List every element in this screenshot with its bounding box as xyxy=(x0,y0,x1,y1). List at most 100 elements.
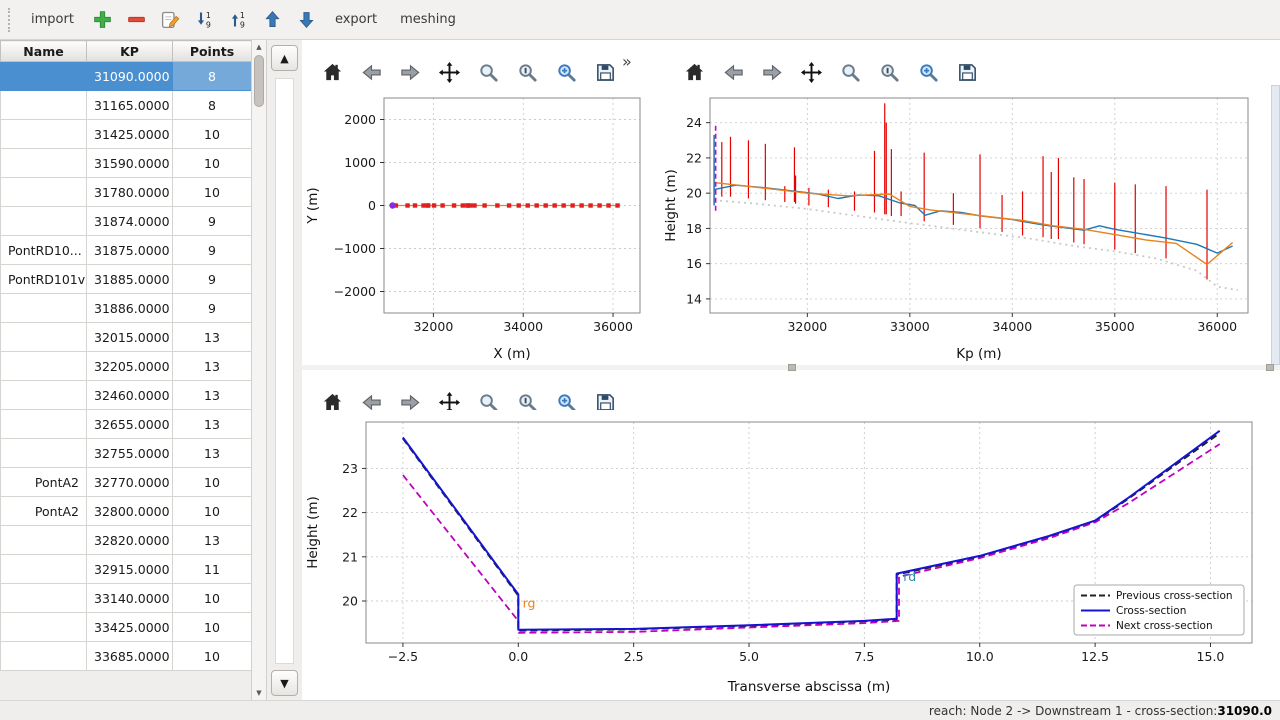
table-row[interactable]: PontA232770.000010 xyxy=(1,468,252,497)
column-header-points[interactable]: Points xyxy=(173,41,252,62)
table-row[interactable]: 32655.000013 xyxy=(1,410,252,439)
table-row[interactable]: 31886.00009 xyxy=(1,294,252,323)
svg-text:−2000: −2000 xyxy=(334,284,376,299)
splitter-handle[interactable] xyxy=(788,364,796,371)
pan-button[interactable] xyxy=(785,46,815,76)
svg-text:14: 14 xyxy=(686,291,702,306)
table-row[interactable]: 31874.00009 xyxy=(1,207,252,236)
cross-section-chart[interactable]: −2.50.02.55.07.510.012.515.020212223Tran… xyxy=(302,410,1276,698)
pan-button[interactable] xyxy=(423,376,453,406)
table-row[interactable]: 32755.000013 xyxy=(1,439,252,468)
table-scrollbar-thumb[interactable] xyxy=(254,55,264,107)
zoom-button[interactable] xyxy=(462,376,492,406)
table-row[interactable]: PontRD10...31875.00009 xyxy=(1,236,252,265)
cell-kp: 32770.0000 xyxy=(87,468,173,497)
svg-text:12.5: 12.5 xyxy=(1081,649,1109,664)
home-button[interactable] xyxy=(668,46,698,76)
table-row[interactable]: 31425.000010 xyxy=(1,120,252,149)
sort-desc-button[interactable]: 19 xyxy=(189,5,220,35)
cross-sections-table: NameKPPoints 31090.0000831165.0000831425… xyxy=(0,40,252,671)
table-row[interactable]: 32015.000013 xyxy=(1,323,252,352)
section-down-button[interactable]: ▼ xyxy=(271,670,298,696)
table-row[interactable]: 33140.000010 xyxy=(1,584,252,613)
table-row[interactable]: 33425.000010 xyxy=(1,613,252,642)
scroll-up-arrow-icon[interactable]: ▲ xyxy=(252,42,266,52)
forward-button[interactable] xyxy=(384,376,414,406)
table-row[interactable]: 32820.000013 xyxy=(1,526,252,555)
plot-toolbar-profile xyxy=(668,42,971,80)
table-row[interactable]: 31165.00008 xyxy=(1,91,252,120)
back-button[interactable] xyxy=(345,376,375,406)
back-button[interactable] xyxy=(345,46,375,76)
zoom-button[interactable] xyxy=(462,46,492,76)
table-row[interactable]: 31780.000010 xyxy=(1,178,252,207)
zoom-sel-button[interactable] xyxy=(540,46,570,76)
cell-points: 10 xyxy=(173,613,252,642)
forward-button[interactable] xyxy=(746,46,776,76)
toolbar-overflow[interactable]: » xyxy=(622,52,632,71)
cell-points: 9 xyxy=(173,236,252,265)
menu-export[interactable]: export xyxy=(325,6,387,33)
table-row[interactable]: 32205.000013 xyxy=(1,352,252,381)
back-button[interactable] xyxy=(707,46,737,76)
cell-kp: 32915.0000 xyxy=(87,555,173,584)
edit-button[interactable] xyxy=(155,5,186,35)
profile-chart[interactable]: 3200033000340003500036000141618202224Kp … xyxy=(660,84,1270,365)
menu-meshing[interactable]: meshing xyxy=(390,6,466,33)
zoom-mark-button[interactable] xyxy=(501,376,531,406)
add-button[interactable] xyxy=(87,5,118,35)
cell-points: 9 xyxy=(173,265,252,294)
cell-name xyxy=(1,642,87,671)
table-row[interactable]: PontA232800.000010 xyxy=(1,497,252,526)
cell-kp: 33685.0000 xyxy=(87,642,173,671)
column-header-name[interactable]: Name xyxy=(1,41,87,62)
section-nav-track[interactable] xyxy=(275,78,294,664)
plan-view-chart[interactable]: 320003400036000−2000−1000010002000X (m)Y… xyxy=(302,84,656,365)
zoom-sel-button[interactable] xyxy=(540,376,570,406)
pan-button[interactable] xyxy=(423,46,453,76)
splitter-handle[interactable] xyxy=(1266,364,1274,371)
cell-points: 10 xyxy=(173,497,252,526)
table-row[interactable]: 33685.000010 xyxy=(1,642,252,671)
scroll-down-arrow-icon[interactable]: ▼ xyxy=(252,688,266,698)
remove-button[interactable] xyxy=(121,5,152,35)
column-header-kp[interactable]: KP xyxy=(87,41,173,62)
save-button[interactable] xyxy=(941,46,971,76)
table-row[interactable]: PontRD101v31885.00009 xyxy=(1,265,252,294)
cell-points: 10 xyxy=(173,584,252,613)
zoom-sel-button[interactable] xyxy=(902,46,932,76)
move-up-button[interactable] xyxy=(257,5,288,35)
cell-name xyxy=(1,62,87,91)
zoom-mark-button[interactable] xyxy=(863,46,893,76)
menu-import[interactable]: import xyxy=(21,6,84,33)
table-scrollbar[interactable]: ▲ ▼ xyxy=(251,40,267,700)
cell-points: 13 xyxy=(173,352,252,381)
table-row[interactable]: 32460.000013 xyxy=(1,381,252,410)
zoom-mark-button[interactable] xyxy=(501,46,531,76)
cell-name xyxy=(1,149,87,178)
save-button[interactable] xyxy=(579,376,609,406)
zoom-button[interactable] xyxy=(824,46,854,76)
forward-button[interactable] xyxy=(384,46,414,76)
home-button[interactable] xyxy=(306,376,336,406)
plot-toolbar-cross-section xyxy=(306,372,609,410)
cell-name xyxy=(1,91,87,120)
cell-name xyxy=(1,526,87,555)
toolbar-grip[interactable] xyxy=(8,8,13,32)
cell-points: 10 xyxy=(173,149,252,178)
profile-scrollbar[interactable] xyxy=(1271,85,1280,365)
move-down-button[interactable] xyxy=(291,5,322,35)
svg-text:rd: rd xyxy=(903,569,916,584)
table-row[interactable]: 31090.00008 xyxy=(1,62,252,91)
table-row[interactable]: 32915.000011 xyxy=(1,555,252,584)
section-up-button[interactable]: ▲ xyxy=(271,45,298,71)
sort-asc-button[interactable]: 19 xyxy=(223,5,254,35)
add-icon xyxy=(92,9,113,30)
save-button[interactable] xyxy=(579,46,609,76)
home-button[interactable] xyxy=(306,46,336,76)
table-row[interactable]: 31590.000010 xyxy=(1,149,252,178)
move-up-icon xyxy=(262,9,283,30)
svg-text:2.5: 2.5 xyxy=(624,649,644,664)
cell-name xyxy=(1,555,87,584)
svg-text:X (m): X (m) xyxy=(493,346,530,362)
